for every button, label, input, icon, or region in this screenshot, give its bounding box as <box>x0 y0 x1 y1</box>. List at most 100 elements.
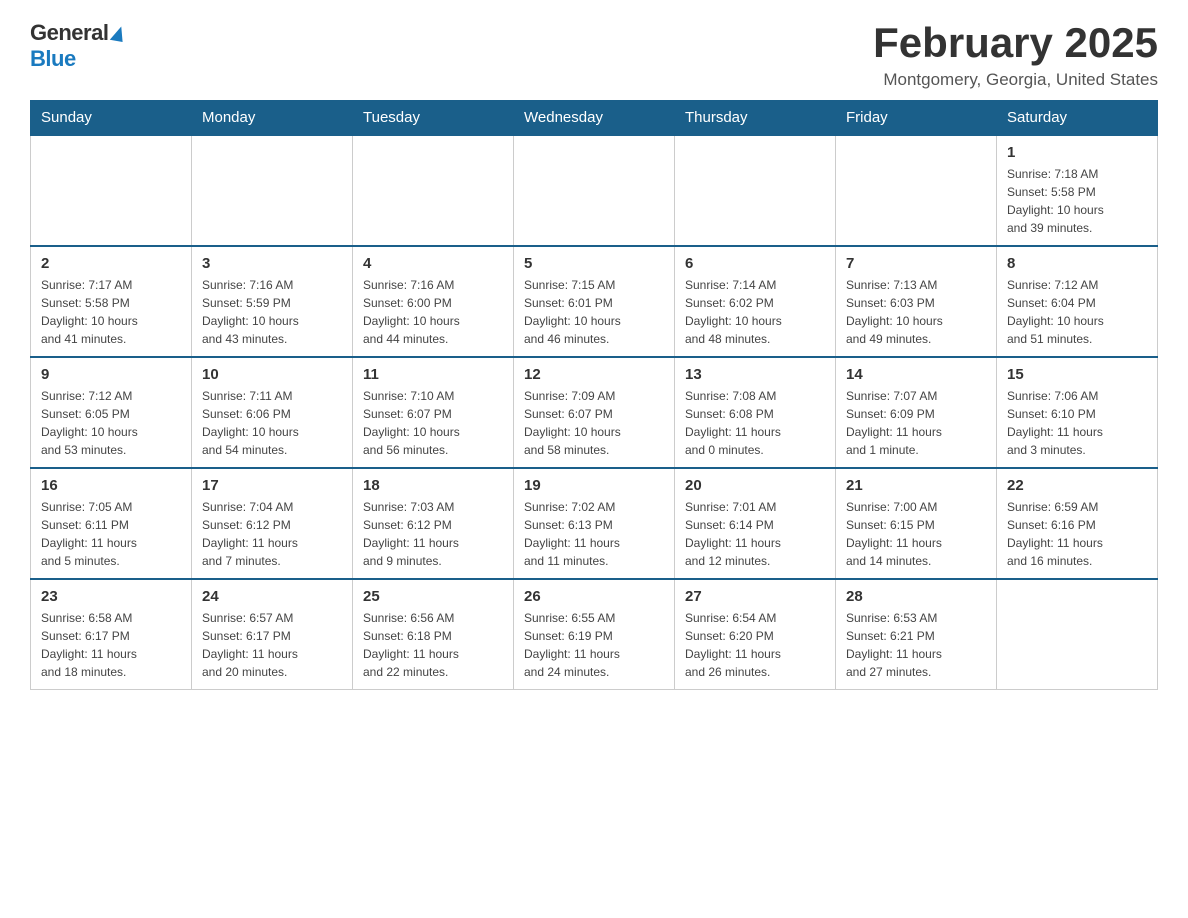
calendar-cell: 12 Sunrise: 7:09 AMSunset: 6:07 PMDayligh… <box>514 357 675 468</box>
calendar-cell: 14 Sunrise: 7:07 AMSunset: 6:09 PMDayligh… <box>836 357 997 468</box>
calendar-cell: 20Sunrise: 7:01 AMSunset: 6:14 PMDayligh… <box>675 468 836 579</box>
calendar-cell: 6Sunrise: 7:14 AMSunset: 6:02 PMDaylight… <box>675 246 836 357</box>
day-info: Sunrise: 7:12 AMSunset: 6:05 PMDaylight:… <box>41 387 181 459</box>
day-info: Sunrise: 6:54 AMSunset: 6:20 PMDaylight:… <box>685 609 825 681</box>
calendar-cell: 24 Sunrise: 6:57 AMSunset: 6:17 PMDayligh… <box>192 579 353 690</box>
day-number: 28 <box>846 588 986 605</box>
day-number: 7 <box>846 255 986 272</box>
calendar-cell: 3 Sunrise: 7:16 AMSunset: 5:59 PMDaylight… <box>192 246 353 357</box>
day-info: Sunrise: 6:58 AMSunset: 6:17 PMDaylight:… <box>41 609 181 681</box>
calendar-cell: 16 Sunrise: 7:05 AMSunset: 6:11 PMDayligh… <box>31 468 192 579</box>
day-info: Sunrise: 7:11 AMSunset: 6:06 PMDaylight:… <box>202 387 342 459</box>
day-number: 15 <box>1007 366 1147 383</box>
calendar-cell: 13 Sunrise: 7:08 AMSunset: 6:08 PMDayligh… <box>675 357 836 468</box>
calendar-cell <box>675 135 836 246</box>
day-info: Sunrise: 7:18 AMSunset: 5:58 PMDaylight:… <box>1007 165 1147 237</box>
calendar-cell: 9 Sunrise: 7:12 AMSunset: 6:05 PMDaylight… <box>31 357 192 468</box>
day-info: Sunrise: 7:07 AMSunset: 6:09 PMDaylight:… <box>846 387 986 459</box>
calendar-cell <box>997 579 1158 690</box>
weekday-header-tuesday: Tuesday <box>353 101 514 136</box>
day-info: Sunrise: 7:02 AMSunset: 6:13 PMDaylight:… <box>524 498 664 570</box>
day-info: Sunrise: 7:10 AMSunset: 6:07 PMDaylight:… <box>363 387 503 459</box>
day-number: 12 <box>524 366 664 383</box>
day-number: 13 <box>685 366 825 383</box>
day-number: 24 <box>202 588 342 605</box>
day-info: Sunrise: 7:16 AMSunset: 6:00 PMDaylight:… <box>363 276 503 348</box>
calendar-cell: 25Sunrise: 6:56 AMSunset: 6:18 PMDayligh… <box>353 579 514 690</box>
day-number: 26 <box>524 588 664 605</box>
logo: General Blue <box>30 20 124 72</box>
weekday-header-monday: Monday <box>192 101 353 136</box>
calendar-cell: 15 Sunrise: 7:06 AMSunset: 6:10 PMDayligh… <box>997 357 1158 468</box>
day-info: Sunrise: 7:17 AMSunset: 5:58 PMDaylight:… <box>41 276 181 348</box>
logo-general-text: General <box>30 20 108 46</box>
weekday-header-row: SundayMondayTuesdayWednesdayThursdayFrid… <box>31 101 1158 136</box>
day-number: 17 <box>202 477 342 494</box>
calendar-cell <box>353 135 514 246</box>
week-row-1: 1 Sunrise: 7:18 AMSunset: 5:58 PMDaylight… <box>31 135 1158 246</box>
weekday-header-wednesday: Wednesday <box>514 101 675 136</box>
day-info: Sunrise: 7:12 AMSunset: 6:04 PMDaylight:… <box>1007 276 1147 348</box>
day-number: 9 <box>41 366 181 383</box>
day-info: Sunrise: 7:06 AMSunset: 6:10 PMDaylight:… <box>1007 387 1147 459</box>
day-number: 5 <box>524 255 664 272</box>
day-number: 4 <box>363 255 503 272</box>
logo-blue-text: Blue <box>30 46 76 71</box>
day-number: 10 <box>202 366 342 383</box>
calendar-cell: 17 Sunrise: 7:04 AMSunset: 6:12 PMDayligh… <box>192 468 353 579</box>
day-number: 3 <box>202 255 342 272</box>
calendar-cell: 4 Sunrise: 7:16 AMSunset: 6:00 PMDaylight… <box>353 246 514 357</box>
calendar-cell: 27Sunrise: 6:54 AMSunset: 6:20 PMDayligh… <box>675 579 836 690</box>
day-number: 20 <box>685 477 825 494</box>
day-number: 1 <box>1007 144 1147 161</box>
day-number: 16 <box>41 477 181 494</box>
week-row-2: 2 Sunrise: 7:17 AMSunset: 5:58 PMDaylight… <box>31 246 1158 357</box>
day-number: 22 <box>1007 477 1147 494</box>
day-info: Sunrise: 7:09 AMSunset: 6:07 PMDaylight:… <box>524 387 664 459</box>
day-number: 25 <box>363 588 503 605</box>
day-info: Sunrise: 7:04 AMSunset: 6:12 PMDaylight:… <box>202 498 342 570</box>
day-number: 23 <box>41 588 181 605</box>
calendar-cell: 26 Sunrise: 6:55 AMSunset: 6:19 PMDayligh… <box>514 579 675 690</box>
day-number: 6 <box>685 255 825 272</box>
day-info: Sunrise: 7:03 AMSunset: 6:12 PMDaylight:… <box>363 498 503 570</box>
weekday-header-sunday: Sunday <box>31 101 192 136</box>
calendar-cell: 8 Sunrise: 7:12 AMSunset: 6:04 PMDaylight… <box>997 246 1158 357</box>
day-number: 14 <box>846 366 986 383</box>
calendar-cell: 18Sunrise: 7:03 AMSunset: 6:12 PMDayligh… <box>353 468 514 579</box>
calendar-cell: 23 Sunrise: 6:58 AMSunset: 6:17 PMDayligh… <box>31 579 192 690</box>
calendar-cell: 1 Sunrise: 7:18 AMSunset: 5:58 PMDaylight… <box>997 135 1158 246</box>
day-info: Sunrise: 7:16 AMSunset: 5:59 PMDaylight:… <box>202 276 342 348</box>
day-info: Sunrise: 7:08 AMSunset: 6:08 PMDaylight:… <box>685 387 825 459</box>
calendar-cell <box>192 135 353 246</box>
calendar-cell <box>836 135 997 246</box>
calendar-cell: 28 Sunrise: 6:53 AMSunset: 6:21 PMDayligh… <box>836 579 997 690</box>
day-number: 2 <box>41 255 181 272</box>
calendar-cell <box>514 135 675 246</box>
day-number: 19 <box>524 477 664 494</box>
month-title: February 2025 <box>873 20 1158 66</box>
page-header: General Blue February 2025 Montgomery, G… <box>30 20 1158 90</box>
calendar-cell <box>31 135 192 246</box>
weekday-header-thursday: Thursday <box>675 101 836 136</box>
day-info: Sunrise: 6:53 AMSunset: 6:21 PMDaylight:… <box>846 609 986 681</box>
calendar-cell: 19 Sunrise: 7:02 AMSunset: 6:13 PMDayligh… <box>514 468 675 579</box>
weekday-header-saturday: Saturday <box>997 101 1158 136</box>
day-number: 21 <box>846 477 986 494</box>
day-info: Sunrise: 7:00 AMSunset: 6:15 PMDaylight:… <box>846 498 986 570</box>
location-subtitle: Montgomery, Georgia, United States <box>873 70 1158 90</box>
week-row-3: 9 Sunrise: 7:12 AMSunset: 6:05 PMDaylight… <box>31 357 1158 468</box>
calendar-cell: 2 Sunrise: 7:17 AMSunset: 5:58 PMDaylight… <box>31 246 192 357</box>
calendar-cell: 7Sunrise: 7:13 AMSunset: 6:03 PMDaylight… <box>836 246 997 357</box>
calendar-table: SundayMondayTuesdayWednesdayThursdayFrid… <box>30 100 1158 690</box>
calendar-cell: 22Sunrise: 6:59 AMSunset: 6:16 PMDayligh… <box>997 468 1158 579</box>
day-number: 8 <box>1007 255 1147 272</box>
week-row-5: 23 Sunrise: 6:58 AMSunset: 6:17 PMDayligh… <box>31 579 1158 690</box>
calendar-cell: 10 Sunrise: 7:11 AMSunset: 6:06 PMDayligh… <box>192 357 353 468</box>
weekday-header-friday: Friday <box>836 101 997 136</box>
week-row-4: 16 Sunrise: 7:05 AMSunset: 6:11 PMDayligh… <box>31 468 1158 579</box>
logo-triangle-icon <box>110 24 125 41</box>
day-info: Sunrise: 6:55 AMSunset: 6:19 PMDaylight:… <box>524 609 664 681</box>
day-info: Sunrise: 6:57 AMSunset: 6:17 PMDaylight:… <box>202 609 342 681</box>
day-info: Sunrise: 7:05 AMSunset: 6:11 PMDaylight:… <box>41 498 181 570</box>
